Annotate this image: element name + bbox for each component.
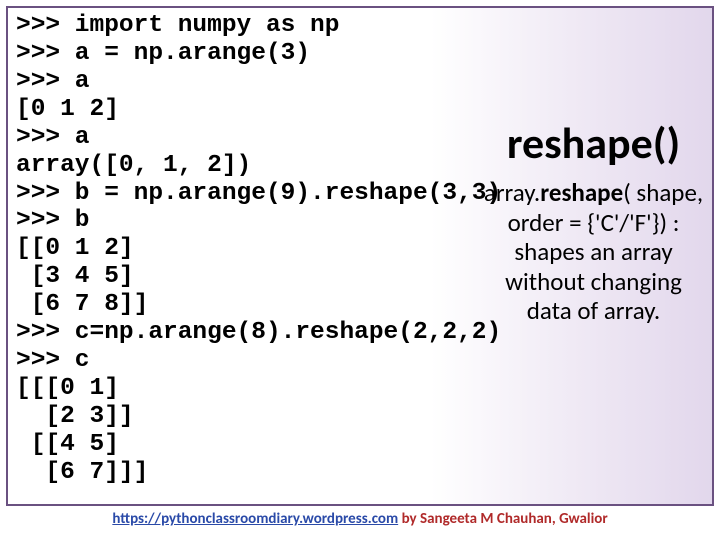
- code-line: [[[0 1]: [16, 375, 119, 402]
- code-line: >>> b = np.arange(9).reshape(3,3): [16, 180, 501, 207]
- slide: >>> import numpy as np >>> a = np.arange…: [0, 0, 720, 540]
- code-line: [[4 5]: [16, 431, 119, 458]
- side-desc-prefix: array.: [484, 177, 540, 208]
- code-line: >>> c: [16, 347, 90, 374]
- footer-by: by Sangeeta M Chauhan, Gwalior: [398, 510, 608, 528]
- side-desc-bold: reshape: [540, 177, 623, 208]
- footer: https://pythonclassroomdiary.wordpress.c…: [0, 510, 720, 528]
- footer-link[interactable]: https://pythonclassroomdiary.wordpress.c…: [112, 510, 398, 528]
- code-line: [2 3]]: [16, 403, 134, 430]
- code-line: >>> a = np.arange(3): [16, 40, 310, 67]
- code-line: [3 4 5]: [16, 263, 134, 290]
- code-line: [6 7]]]: [16, 459, 148, 486]
- code-line: array([0, 1, 2]): [16, 152, 251, 179]
- side-description: array.reshape( shape, order = {'C'/'F'})…: [481, 178, 706, 326]
- code-line: [0 1 2]: [16, 96, 119, 123]
- code-line: [[0 1 2]: [16, 235, 134, 262]
- code-line: >>> b: [16, 207, 90, 234]
- code-line: >>> c=np.arange(8).reshape(2,2,2): [16, 319, 501, 346]
- side-title: reshape(): [481, 116, 706, 170]
- code-line: [6 7 8]]: [16, 291, 148, 318]
- code-line: >>> a: [16, 124, 90, 151]
- code-line: >>> import numpy as np: [16, 12, 339, 39]
- code-line: >>> a: [16, 68, 90, 95]
